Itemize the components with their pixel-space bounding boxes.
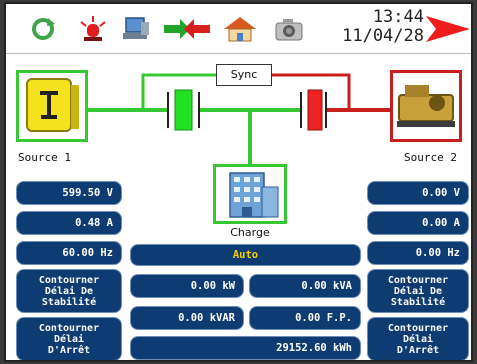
source2-current: 0.00 A — [367, 211, 469, 235]
source2-label: Source 2 — [404, 151, 457, 164]
alarm-light-icon[interactable] — [78, 16, 108, 42]
source1-frequency: 60.00 Hz — [16, 241, 122, 265]
charge-box[interactable] — [213, 164, 287, 224]
clock-time: 13:44 — [372, 7, 424, 27]
source1-label: Source 1 — [18, 151, 71, 164]
source1-box[interactable] — [16, 70, 88, 142]
charge-label: Charge — [230, 226, 270, 239]
source2-voltage: 0.00 V — [367, 181, 469, 205]
source2-box[interactable] — [390, 70, 462, 142]
sync-indicator: Sync — [216, 64, 272, 86]
source2-bypass-stability-button[interactable]: Contourner Délai De Stabilité — [367, 269, 469, 313]
source1-voltage: 599.50 V — [16, 181, 122, 205]
breaker-source1 — [167, 89, 200, 131]
load-kva: 0.00 kVA — [249, 274, 361, 298]
load-kvar: 0.00 kVAR — [130, 306, 244, 330]
source1-bypass-stop-label: Contourner Délai D'Arrêt — [38, 322, 100, 356]
camera-icon[interactable] — [274, 16, 304, 42]
building-icon — [229, 172, 279, 218]
load-kw: 0.00 kW — [130, 274, 244, 298]
source1-bypass-stability-label: Contourner Délai De Stabilité — [38, 274, 100, 308]
toolbar: 13:44 11/04/28 — [6, 4, 471, 54]
load-power-factor: 0.00 F.P. — [249, 306, 361, 330]
mode-indicator[interactable]: Auto — [130, 244, 361, 266]
generator-icon — [397, 85, 455, 127]
next-arrow-icon[interactable] — [426, 14, 470, 44]
ats-screen: 13:44 11/04/28 Sync Source 1 Source 2 Ch… — [4, 2, 473, 362]
refresh-icon[interactable] — [28, 16, 58, 42]
clock: 13:44 11/04/28 — [328, 8, 424, 46]
source1-bypass-stop-button[interactable]: Contourner Délai D'Arrêt — [16, 317, 122, 360]
source2-bypass-stop-label: Contourner Délai D'Arrêt — [387, 322, 449, 356]
source2-frequency: 0.00 Hz — [367, 241, 469, 265]
source1-bypass-stability-button[interactable]: Contourner Délai De Stabilité — [16, 269, 122, 313]
home-icon[interactable] — [223, 16, 257, 42]
source2-bypass-stop-button[interactable]: Contourner Délai D'Arrêt — [367, 317, 469, 360]
transfer-arrows-icon[interactable] — [164, 16, 210, 42]
source2-bypass-stability-label: Contourner Délai De Stabilité — [387, 274, 449, 308]
breaker-source2 — [300, 89, 327, 131]
load-energy: 29152.60 kWh — [130, 336, 361, 360]
computer-icon[interactable] — [121, 16, 151, 42]
source1-current: 0.48 A — [16, 211, 122, 235]
clock-date: 11/04/28 — [342, 26, 424, 46]
transformer-icon — [26, 78, 79, 132]
